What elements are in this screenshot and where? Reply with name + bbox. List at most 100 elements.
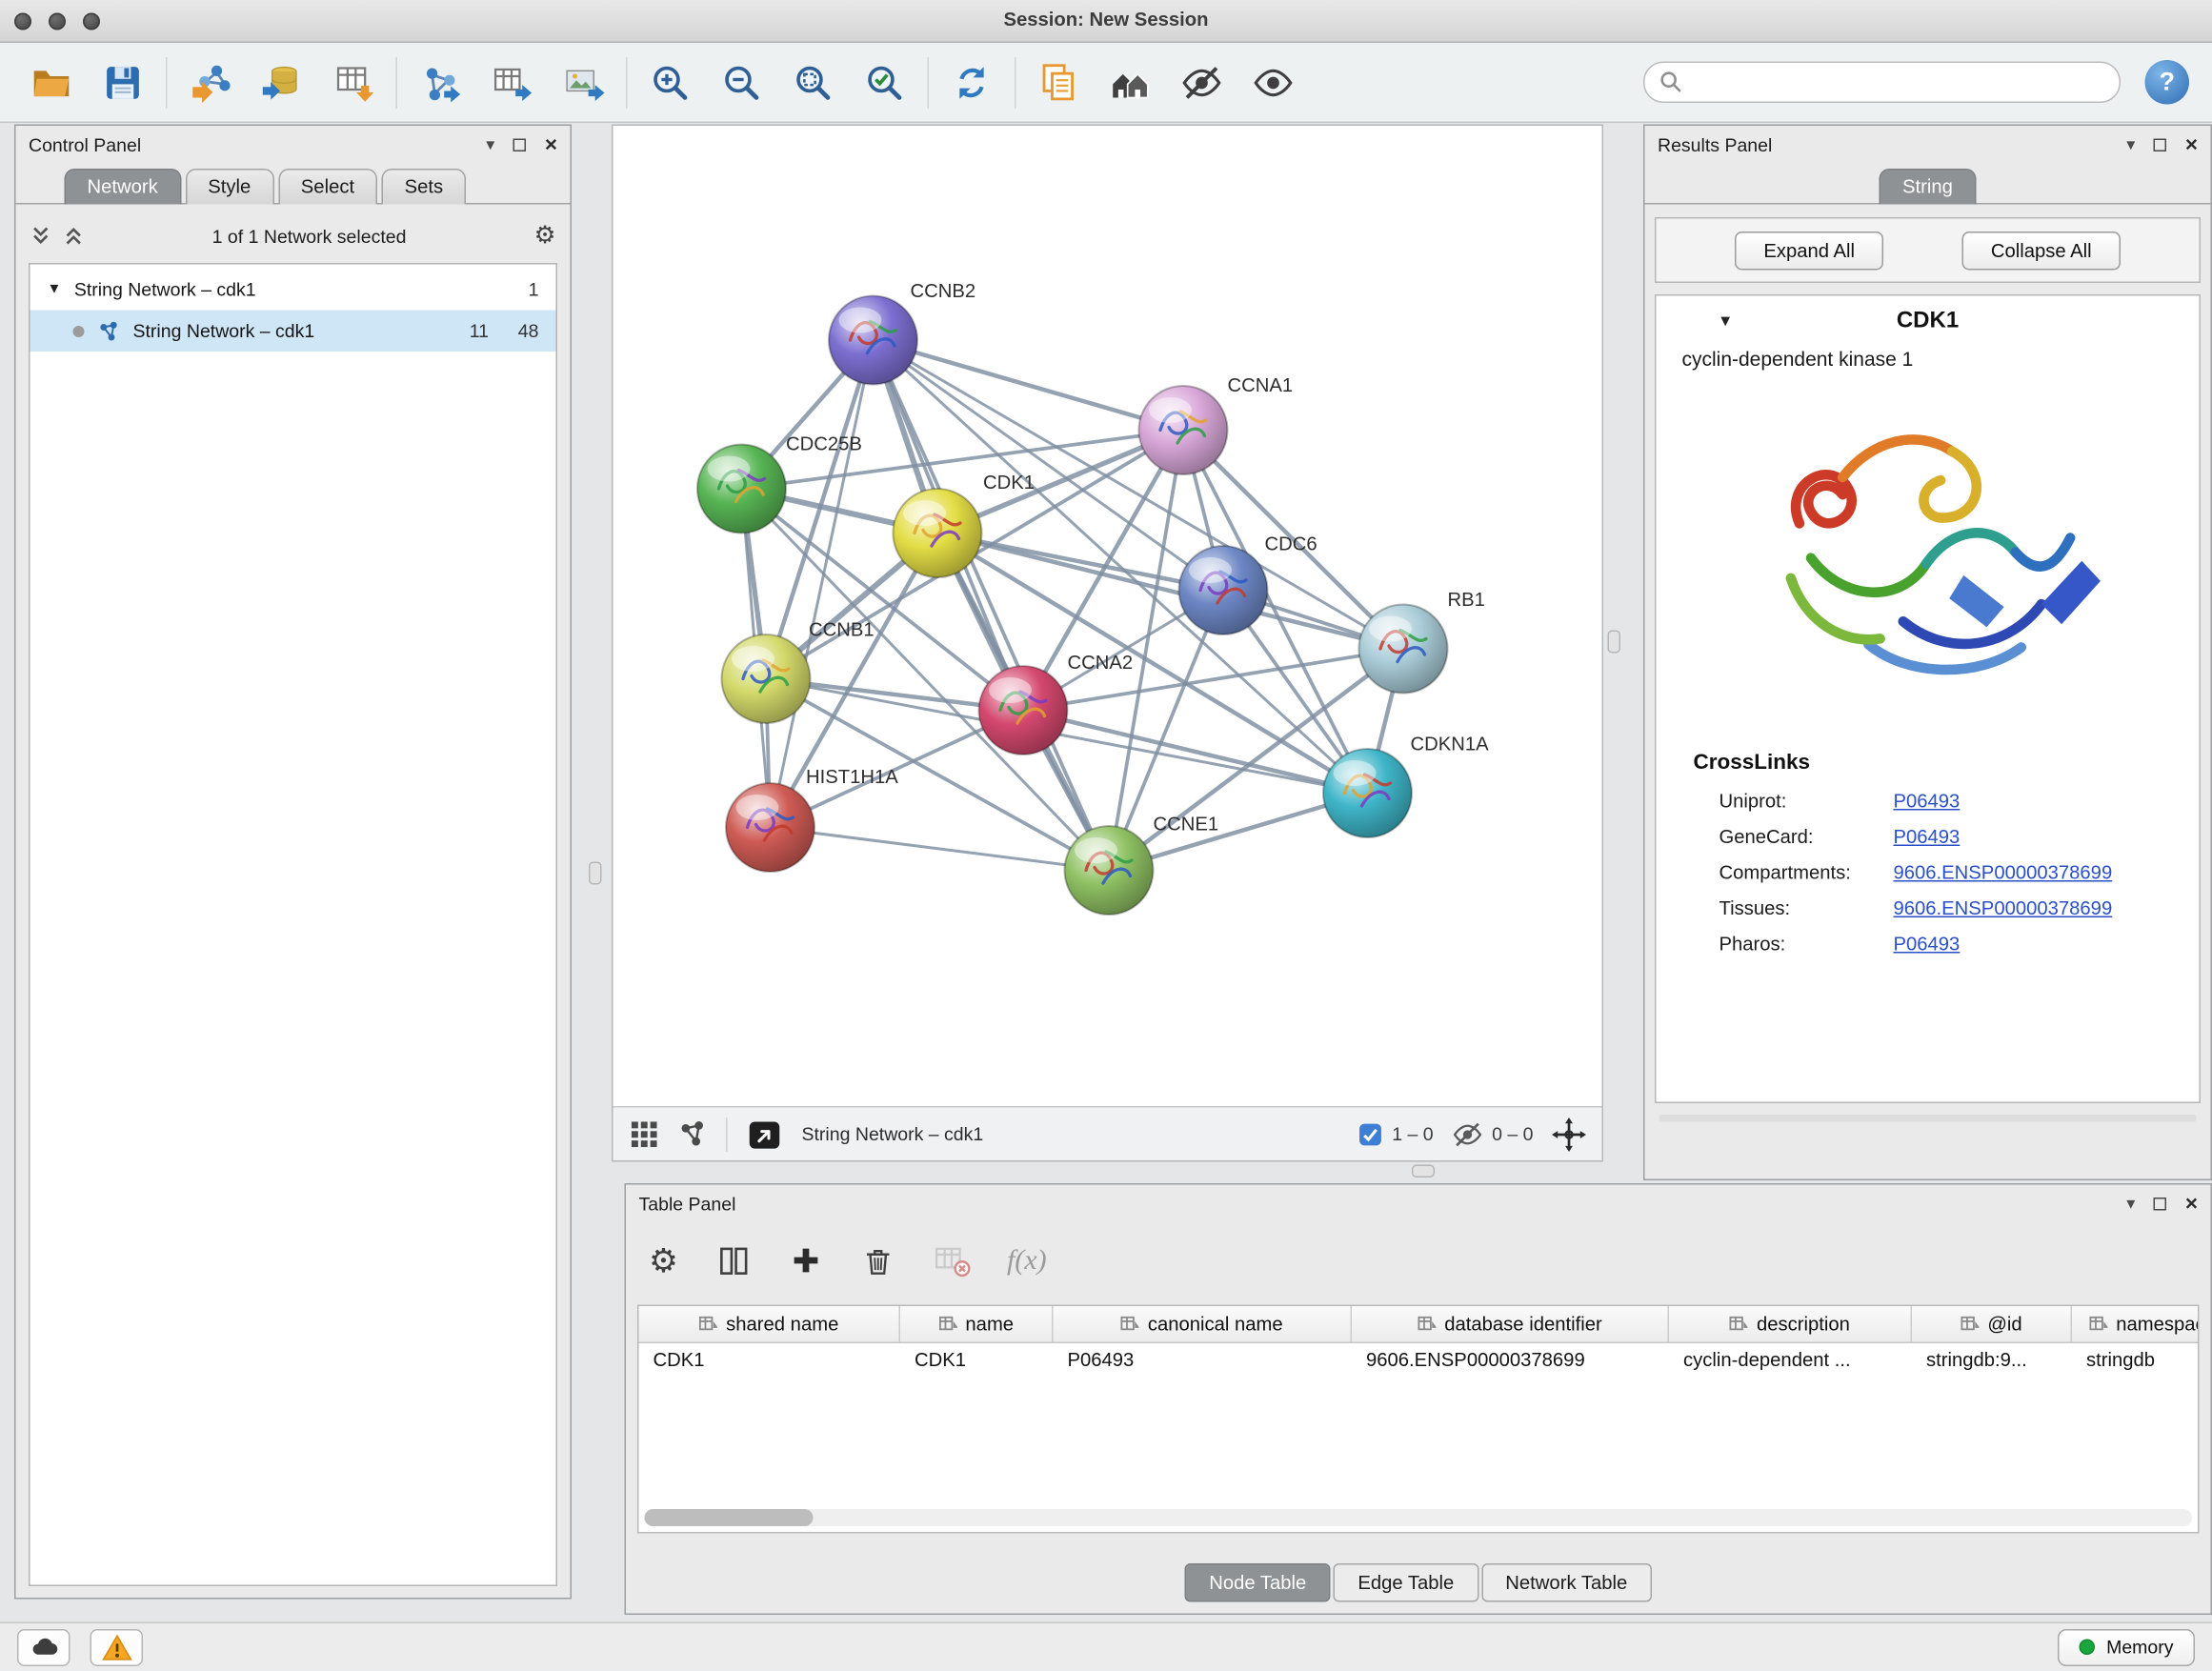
function-builder-button[interactable]: f(x) [1007,1244,1047,1278]
zoom-in-button[interactable] [640,52,700,112]
column-header[interactable]: namespac [2072,1306,2200,1342]
search-input[interactable] [1692,71,2105,93]
column-header[interactable]: description [1669,1306,1912,1342]
share-network-icon[interactable] [677,1119,708,1150]
network-row[interactable]: String Network – cdk1 11 48 [30,311,556,352]
tab-network[interactable]: Network [65,169,181,205]
node-CDK1[interactable]: CDK1 [894,473,1036,577]
zoom-fit-button[interactable] [783,52,843,112]
node-CCNB2[interactable]: CCNB2 [829,281,975,385]
node-CDKN1A[interactable]: CDKN1A [1323,735,1489,838]
save-session-button[interactable] [93,52,153,112]
crosslink-link[interactable]: 9606.ENSP00000378699 [1894,862,2113,884]
edge-CDK1-RB1[interactable] [937,534,1403,650]
hidden-indicator[interactable]: 0 – 0 [1452,1118,1533,1150]
crosslink-link[interactable]: P06493 [1894,934,1961,956]
node-CDC6[interactable]: CDC6 [1179,534,1317,635]
panel-minimize-icon[interactable]: ▾ [2126,136,2135,153]
edge-HIST1H1A-CCNE1[interactable] [771,828,1110,871]
import-network-from-file-button[interactable] [180,52,240,112]
browser-home-button[interactable] [1100,52,1160,112]
panel-float-icon[interactable] [2154,1197,2167,1210]
zoom-selected-icon [863,61,906,104]
zoom-selected-button[interactable] [855,52,915,112]
splitter-handle[interactable] [1608,631,1621,654]
node-HIST1H1A[interactable]: HIST1H1A [726,767,898,872]
tab-edge-table[interactable]: Edge Table [1334,1563,1478,1602]
import-network-from-database-button[interactable] [251,52,312,112]
tab-sets[interactable]: Sets [382,169,467,205]
scrollbar-thumb[interactable] [645,1509,814,1526]
node-RB1[interactable]: RB1 [1359,590,1485,694]
column-header[interactable]: @id [1912,1306,2072,1342]
expand-all-button[interactable]: Expand All [1735,231,1883,270]
selection-indicator[interactable]: 1 – 0 [1357,1121,1433,1147]
panel-float-icon[interactable] [513,138,527,151]
create-column-icon[interactable] [788,1243,822,1278]
new-network-button[interactable] [411,52,471,112]
network-canvas[interactable]: CCNB2CCNA1CDC25BCDK1CDC6RB1CCNB1CCNA2CDK… [613,126,1602,1106]
tab-network-table[interactable]: Network Table [1481,1563,1652,1602]
splitter-handle[interactable] [589,862,602,885]
crosshair-icon[interactable] [1552,1117,1586,1151]
panel-minimize-icon[interactable]: ▾ [486,136,494,153]
grid-view-icon[interactable] [629,1119,659,1150]
edge-CCNB2-HIST1H1A[interactable] [771,340,874,828]
column-header[interactable]: name [900,1306,1054,1342]
open-documentation-button[interactable] [1029,52,1089,112]
panel-close-icon[interactable]: × [2185,133,2198,155]
show-all-button[interactable] [1243,52,1303,112]
show-columns-icon[interactable] [715,1242,752,1278]
titlebar: Session: New Session [0,0,2212,43]
zoom-out-button[interactable] [712,52,772,112]
external-link-icon[interactable] [746,1117,783,1151]
table-horizontal-scrollbar[interactable] [645,1509,2193,1526]
crosslink-link[interactable]: P06493 [1894,791,1961,813]
column-header[interactable]: database identifier [1352,1306,1669,1342]
warnings-button[interactable] [90,1629,144,1666]
results-scrollbar[interactable] [1659,1115,2197,1122]
panel-close-icon[interactable]: × [545,133,557,155]
node-CCNB1[interactable]: CCNB1 [722,620,875,724]
node-label-CCNB1: CCNB1 [809,620,875,641]
crosslink-link[interactable]: P06493 [1894,826,1961,848]
cloud-button[interactable] [17,1629,70,1666]
edge-CCNB2-CCNE1[interactable] [874,340,1110,871]
splitter-handle[interactable] [1412,1165,1435,1178]
collapse-all-button[interactable]: Collapse All [1962,231,2121,270]
open-session-button[interactable] [22,52,82,112]
column-header[interactable]: shared name [639,1306,901,1342]
tab-node-table[interactable]: Node Table [1185,1563,1331,1602]
table-settings-gear-icon[interactable]: ⚙ [649,1241,678,1280]
status-bar: Memory [0,1622,2212,1671]
panel-close-icon[interactable]: × [2185,1193,2198,1215]
edge-CCNB2-CCNA1[interactable] [874,340,1184,431]
tab-select[interactable]: Select [278,169,377,205]
hide-selected-button[interactable] [1172,52,1232,112]
column-header[interactable]: canonical name [1054,1306,1353,1342]
collapse-all-icon[interactable] [63,225,85,248]
import-table-from-file-button[interactable] [323,52,383,112]
network-tree: ▼ String Network – cdk1 1 String Network… [29,263,557,1586]
disclosure-triangle-icon[interactable]: ▼ [1718,313,1733,331]
disclosure-triangle-icon[interactable]: ▼ [48,282,62,298]
network-view[interactable]: CCNB2CCNA1CDC25BCDK1CDC6RB1CCNB1CCNA2CDK… [612,125,1603,1162]
expand-all-icon[interactable] [30,225,52,248]
export-image-button[interactable] [553,52,613,112]
node-CCNA1[interactable]: CCNA1 [1139,375,1294,474]
new-table-button[interactable] [482,52,542,112]
panel-float-icon[interactable] [2154,138,2167,151]
zoom-in-icon [649,61,692,104]
search-field[interactable] [1643,62,2121,104]
delete-column-icon[interactable] [859,1242,895,1278]
gear-icon[interactable]: ⚙ [534,222,556,251]
tab-string[interactable]: String [1880,169,1976,205]
help-button[interactable]: ? [2145,60,2190,105]
tab-style[interactable]: Style [185,169,273,205]
table-row[interactable]: CDK1CDK1P064939606.ENSP00000378699cyclin… [639,1343,2199,1380]
crosslink-link[interactable]: 9606.ENSP00000378699 [1894,897,2113,919]
apply-layout-button[interactable] [942,52,1002,112]
network-collection-row[interactable]: ▼ String Network – cdk1 1 [30,269,556,311]
memory-button[interactable]: Memory [2058,1629,2195,1666]
panel-minimize-icon[interactable]: ▾ [2126,1195,2135,1212]
